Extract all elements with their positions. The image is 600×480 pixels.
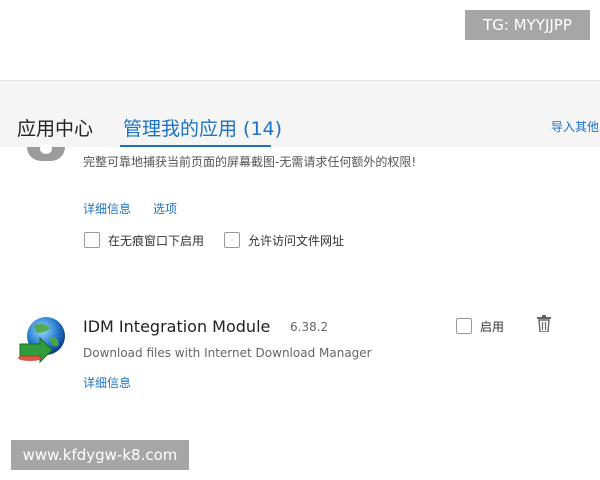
extension-name: IDM Integration Module — [83, 317, 271, 336]
extension-description-idm: Download files with Internet Download Ma… — [83, 346, 372, 360]
extension-description: 完整可靠地捕获当前页面的屏幕截图-无需请求任何额外的权限! — [83, 155, 417, 169]
watermark-top: TG: MYYJJPP — [465, 10, 590, 40]
details-link[interactable]: 详细信息 — [83, 200, 131, 217]
file-url-checkbox[interactable] — [224, 232, 240, 248]
enable-checkbox[interactable] — [456, 318, 472, 334]
incognito-checkbox[interactable] — [84, 232, 100, 248]
extension-version: 6.38.2 — [290, 320, 329, 334]
tab-manage-apps[interactable]: 管理我的应用 (14) — [123, 114, 282, 141]
details-link-idm[interactable]: 详细信息 — [83, 374, 131, 391]
incognito-label: 在无痕窗口下启用 — [108, 234, 205, 248]
file-url-label: 允许访问文件网址 — [248, 234, 345, 248]
trash-icon[interactable] — [537, 315, 551, 332]
enable-label: 启用 — [480, 320, 505, 334]
options-link[interactable]: 选项 — [153, 200, 177, 217]
idm-globe-icon — [18, 317, 65, 364]
watermark-bottom: www.kfdygw-k8.com — [11, 440, 189, 470]
tab-app-center[interactable]: 应用中心 — [17, 114, 93, 141]
import-link[interactable]: 导入其他 — [551, 118, 599, 135]
card-separator — [0, 265, 600, 292]
